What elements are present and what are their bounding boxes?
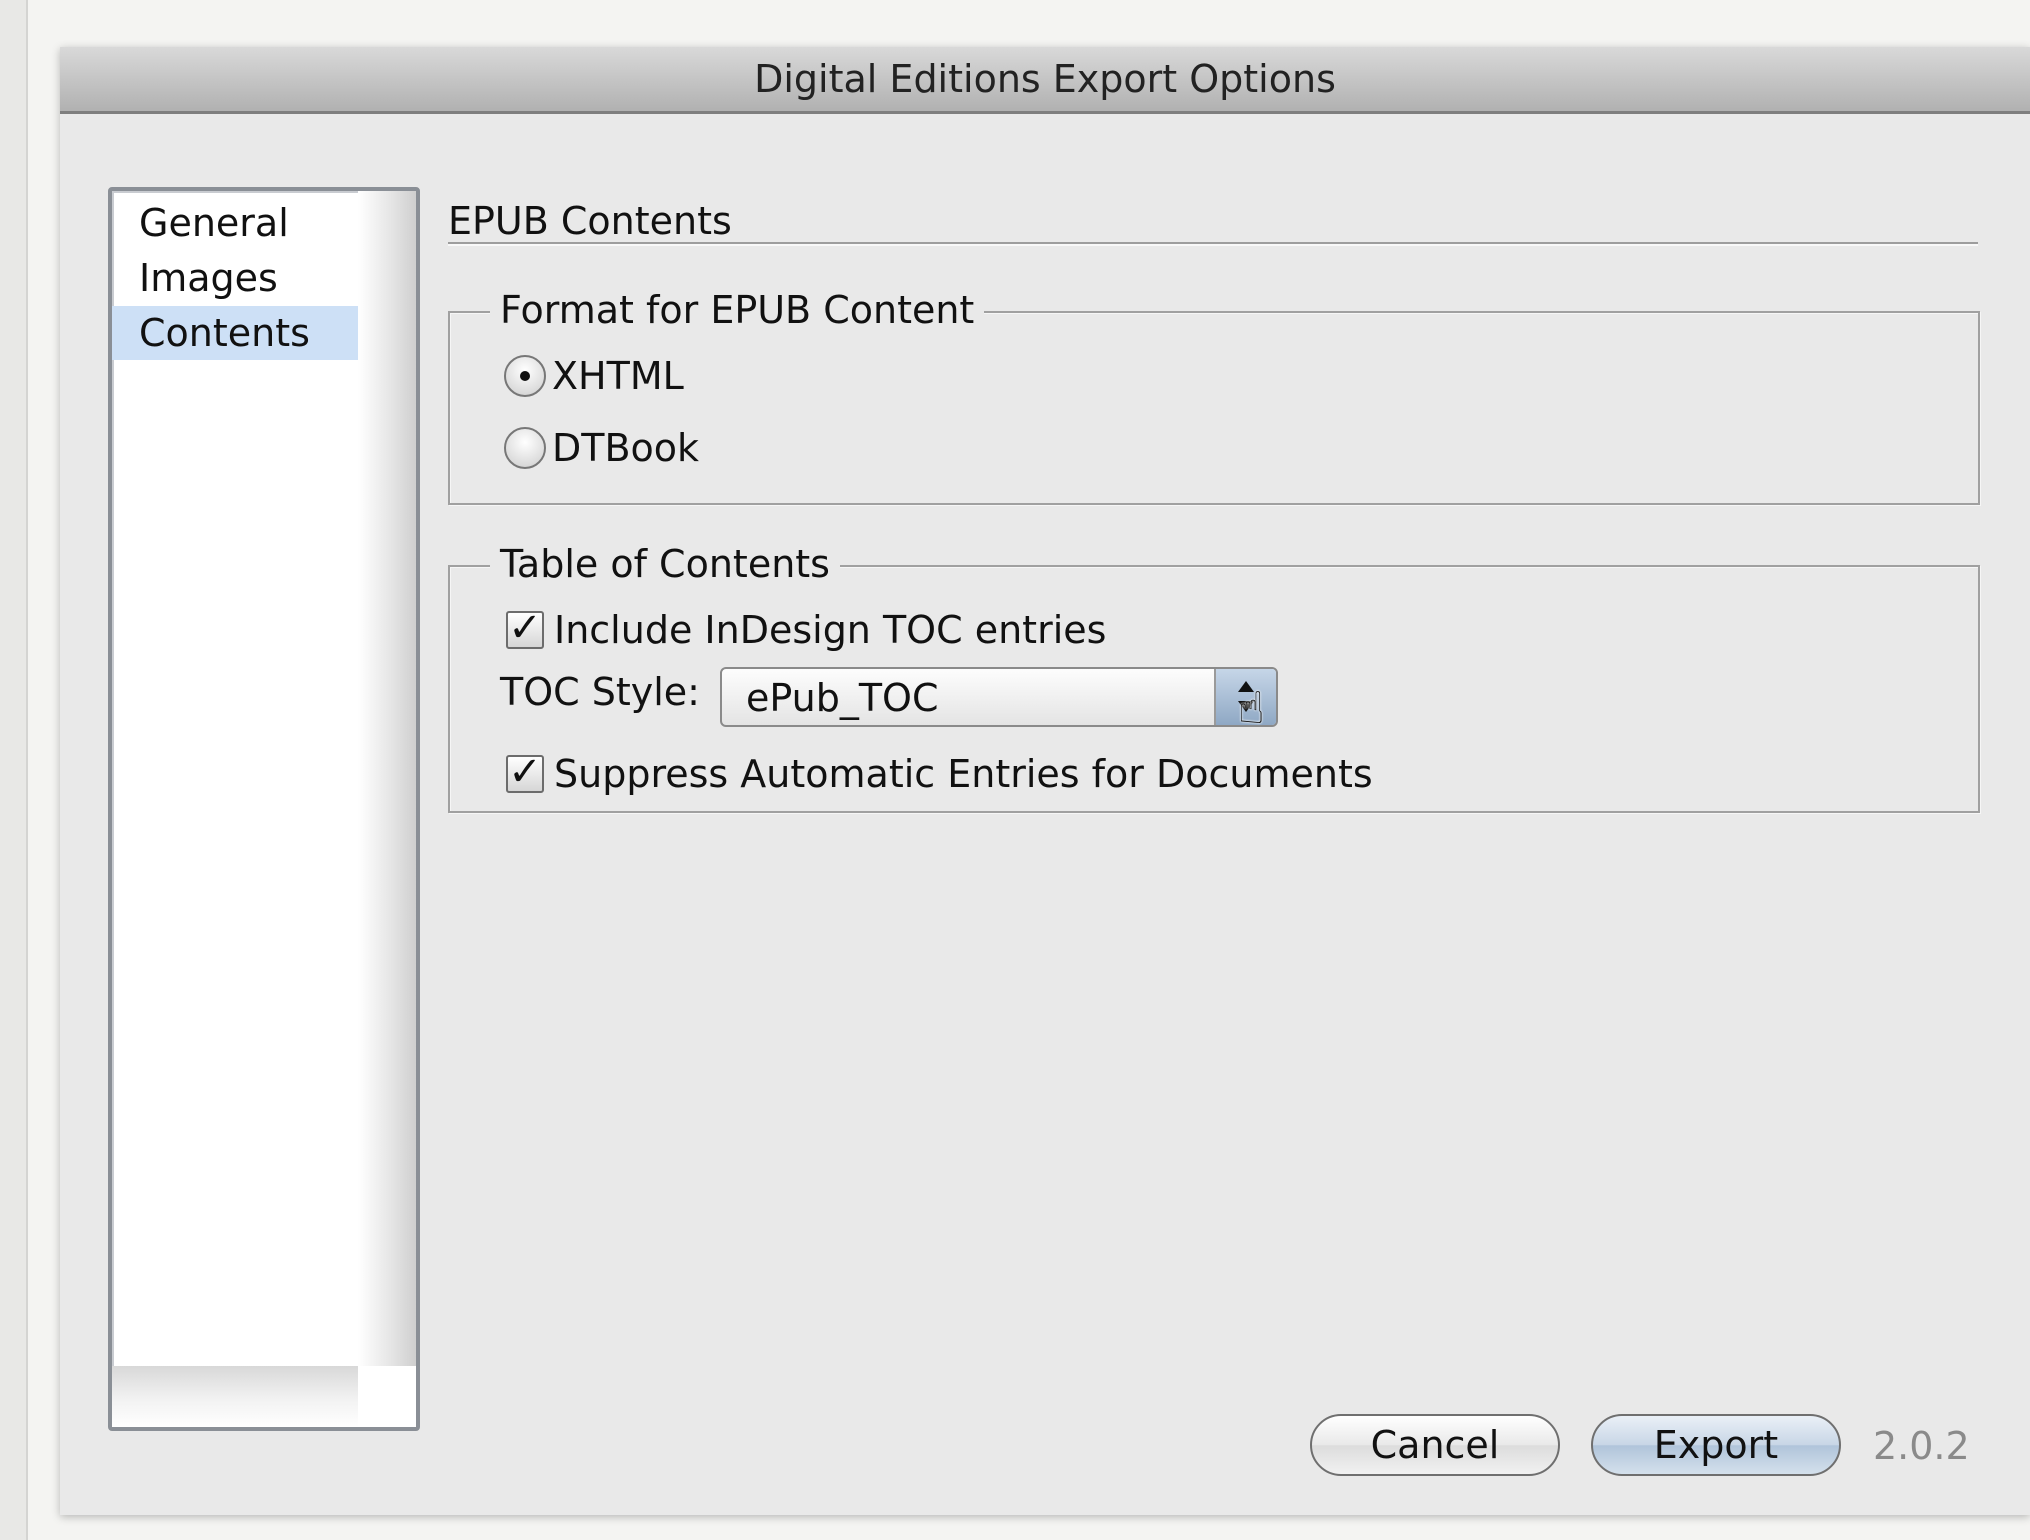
scrollbar-corner (358, 1366, 416, 1427)
include-toc-label: Include InDesign TOC entries (554, 608, 1107, 652)
radio-label-xhtml: XHTML (552, 354, 684, 398)
version-label: 2.0.2 (1873, 1424, 1970, 1468)
cancel-button[interactable]: Cancel (1310, 1414, 1560, 1476)
radio-button-xhtml[interactable] (504, 355, 546, 397)
toc-style-value: ePub_TOC (746, 676, 939, 720)
sidebar-item-images[interactable]: Images (112, 251, 358, 305)
include-toc-row[interactable]: ✓ Include InDesign TOC entries (506, 603, 1106, 657)
check-icon: ✓ (508, 605, 542, 651)
check-icon: ✓ (508, 749, 542, 795)
export-options-dialog: Digital Editions Export Options General … (60, 47, 2030, 1515)
format-group-legend: Format for EPUB Content (490, 287, 985, 333)
hand-pointer-icon: ☝ (1238, 683, 1265, 734)
toc-style-label: TOC Style: (500, 670, 700, 714)
sidebar-item-contents[interactable]: Contents (112, 306, 358, 360)
export-button[interactable]: Export (1591, 1414, 1841, 1476)
format-group-box (448, 311, 1980, 505)
suppress-entries-label: Suppress Automatic Entries for Documents (554, 752, 1373, 796)
toc-group-legend: Table of Contents (490, 541, 840, 587)
category-list: General Images Contents (112, 191, 358, 1366)
toc-style-select[interactable]: ePub_TOC (720, 667, 1278, 727)
background-window-edge (0, 0, 28, 1540)
suppress-entries-row[interactable]: ✓ Suppress Automatic Entries for Documen… (506, 747, 1373, 801)
dialog-titlebar[interactable]: Digital Editions Export Options (60, 47, 2030, 114)
suppress-entries-checkbox[interactable]: ✓ (506, 752, 544, 793)
dialog-title: Digital Editions Export Options (754, 57, 1336, 101)
include-toc-checkbox[interactable]: ✓ (506, 608, 544, 649)
radio-row-dtbook[interactable]: DTBook (504, 421, 699, 475)
sidebar-item-general[interactable]: General (112, 196, 358, 250)
screenshot-canvas: Digital Editions Export Options General … (0, 0, 2030, 1540)
radio-button-dtbook[interactable] (504, 427, 546, 469)
radio-row-xhtml[interactable]: XHTML (504, 349, 684, 403)
sidebar-horizontal-scrollbar[interactable] (112, 1366, 358, 1427)
sidebar-vertical-scrollbar[interactable] (358, 191, 416, 1366)
section-heading: EPUB Contents (448, 199, 732, 243)
radio-label-dtbook: DTBook (552, 426, 700, 470)
category-sidebar: General Images Contents (108, 187, 420, 1431)
section-divider (448, 242, 1978, 246)
